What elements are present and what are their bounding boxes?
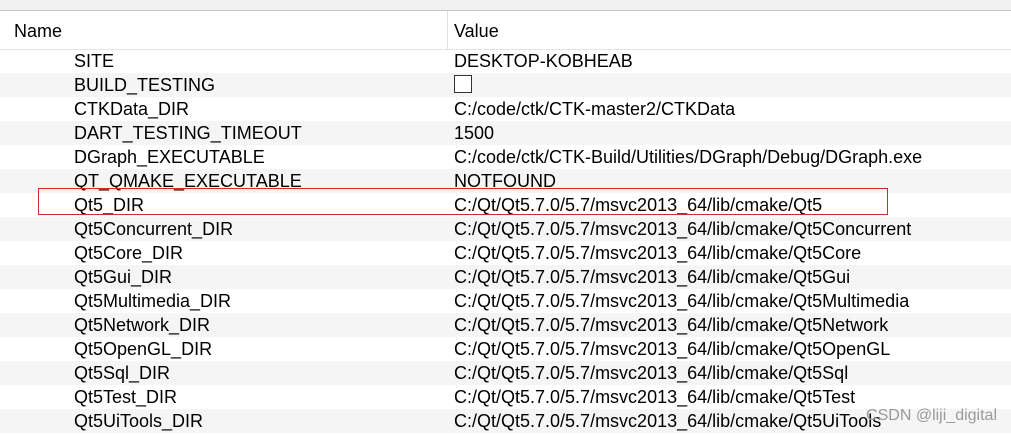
table-row[interactable]: DGraph_EXECUTABLE C:/code/ctk/CTK-Build/U… [0, 145, 1011, 169]
column-header-value[interactable]: Value [454, 11, 499, 49]
row-name: QT_QMAKE_EXECUTABLE [74, 171, 302, 191]
row-value[interactable]: C:/code/ctk/CTK-master2/CTKData [454, 97, 735, 121]
row-name: SITE [74, 51, 115, 71]
table-row[interactable]: Qt5Test_DIR C:/Qt/Qt5.7.0/5.7/msvc2013_64… [0, 385, 1011, 409]
row-name: Qt5Network_DIR [74, 315, 211, 335]
table-body: SITE DESKTOP-KOBHEAB BUILD_TESTING CTKDat… [0, 49, 1011, 433]
row-name: BUILD_TESTING [74, 75, 216, 95]
row-name: Qt5Multimedia_DIR [74, 291, 232, 311]
table-row[interactable]: Qt5Multimedia_DIR C:/Qt/Qt5.7.0/5.7/msvc2… [0, 289, 1011, 313]
watermark: CSDN @liji_digital [866, 407, 997, 424]
row-value[interactable]: C:/Qt/Qt5.7.0/5.7/msvc2013_64/lib/cmake/… [454, 217, 911, 241]
row-name: Qt5Concurrent_DIR [74, 219, 234, 239]
column-header-name[interactable]: Name [14, 11, 62, 49]
row-name: Qt5Sql_DIR [74, 363, 171, 383]
row-name: Qt5Core_DIR [74, 243, 184, 263]
row-value[interactable]: C:/Qt/Qt5.7.0/5.7/msvc2013_64/lib/cmake/… [454, 361, 848, 385]
row-value[interactable]: C:/Qt/Qt5.7.0/5.7/msvc2013_64/lib/cmake/… [454, 313, 888, 337]
table-row[interactable]: DART_TESTING_TIMEOUT 1500 [0, 121, 1011, 145]
table-row[interactable]: Qt5OpenGL_DIR C:/Qt/Qt5.7.0/5.7/msvc2013_… [0, 337, 1011, 361]
table-row[interactable]: SITE DESKTOP-KOBHEAB [0, 49, 1011, 73]
column-divider[interactable] [447, 11, 448, 49]
table-header: Name Value [0, 11, 1011, 50]
table-row[interactable]: Qt5_DIR C:/Qt/Qt5.7.0/5.7/msvc2013_64/lib… [0, 193, 1011, 217]
row-value[interactable]: 1500 [454, 121, 494, 145]
row-name: DGraph_EXECUTABLE [74, 147, 265, 167]
window-top-strip [0, 0, 1011, 10]
table-row[interactable]: CTKData_DIR C:/code/ctk/CTK-master2/CTKDa… [0, 97, 1011, 121]
table-row[interactable]: Qt5Core_DIR C:/Qt/Qt5.7.0/5.7/msvc2013_64… [0, 241, 1011, 265]
table-row[interactable]: QT_QMAKE_EXECUTABLE NOTFOUND [0, 169, 1011, 193]
row-name: DART_TESTING_TIMEOUT [74, 123, 302, 143]
row-value[interactable]: C:/Qt/Qt5.7.0/5.7/msvc2013_64/lib/cmake/… [454, 337, 890, 361]
cmake-cache-table: Name Value SITE DESKTOP-KOBHEAB BUILD_TES… [0, 10, 1011, 435]
table-row[interactable]: Qt5UiTools_DIR C:/Qt/Qt5.7.0/5.7/msvc2013… [0, 409, 1011, 433]
row-value[interactable]: C:/code/ctk/CTK-Build/Utilities/DGraph/D… [454, 145, 922, 169]
row-value[interactable]: C:/Qt/Qt5.7.0/5.7/msvc2013_64/lib/cmake/… [454, 385, 855, 409]
row-name: Qt5UiTools_DIR [74, 411, 204, 431]
row-name: Qt5OpenGL_DIR [74, 339, 213, 359]
row-name: Qt5_DIR [74, 195, 145, 215]
row-value[interactable]: NOTFOUND [454, 169, 556, 193]
table-row[interactable]: Qt5Sql_DIR C:/Qt/Qt5.7.0/5.7/msvc2013_64/… [0, 361, 1011, 385]
row-value[interactable]: C:/Qt/Qt5.7.0/5.7/msvc2013_64/lib/cmake/… [454, 265, 850, 289]
row-name: CTKData_DIR [74, 99, 190, 119]
row-value[interactable]: C:/Qt/Qt5.7.0/5.7/msvc2013_64/lib/cmake/… [454, 409, 881, 433]
table-row[interactable]: Qt5Gui_DIR C:/Qt/Qt5.7.0/5.7/msvc2013_64/… [0, 265, 1011, 289]
table-row[interactable]: Qt5Concurrent_DIR C:/Qt/Qt5.7.0/5.7/msvc2… [0, 217, 1011, 241]
table-row[interactable]: Qt5Network_DIR C:/Qt/Qt5.7.0/5.7/msvc2013… [0, 313, 1011, 337]
row-value[interactable]: C:/Qt/Qt5.7.0/5.7/msvc2013_64/lib/cmake/… [454, 289, 909, 313]
row-name: Qt5Gui_DIR [74, 267, 173, 287]
table-row[interactable]: BUILD_TESTING [0, 73, 1011, 97]
row-name: Qt5Test_DIR [74, 387, 178, 407]
build-testing-checkbox[interactable] [454, 75, 472, 93]
row-value[interactable]: DESKTOP-KOBHEAB [454, 49, 633, 73]
row-value[interactable]: C:/Qt/Qt5.7.0/5.7/msvc2013_64/lib/cmake/… [454, 193, 822, 217]
row-value[interactable]: C:/Qt/Qt5.7.0/5.7/msvc2013_64/lib/cmake/… [454, 241, 861, 265]
